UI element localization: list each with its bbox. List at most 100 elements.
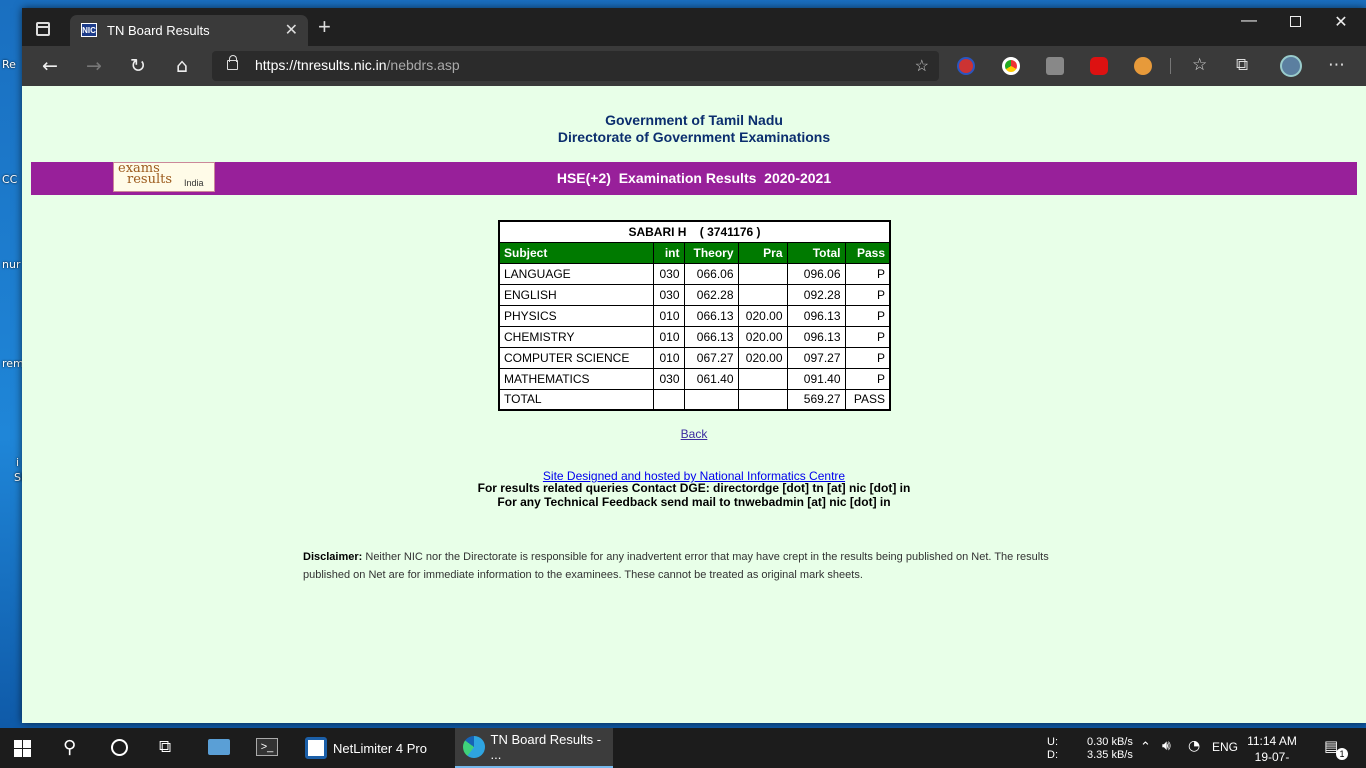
theory-cell: 062.28 (683, 283, 739, 306)
desktop-icon-label[interactable]: nur (2, 258, 20, 271)
browser-toolbar: ← → ↻ ⌂ https://tnresults.nic.in/nebdrs.… (22, 46, 1366, 86)
banner-title: HSE(+2) Examination Results 2020-2021 (556, 170, 832, 186)
title-bar: NIC TN Board Results ✕ + — ✕ (22, 8, 1366, 46)
web-page: Government of Tamil Nadu Directorate of … (22, 86, 1366, 723)
int-cell: 030 (652, 283, 685, 306)
tab-title: TN Board Results (107, 23, 210, 38)
header-directorate: Directorate of Government Examinations (557, 129, 831, 145)
back-arrow-icon[interactable]: ← (36, 54, 64, 78)
taskbar-edge[interactable]: TN Board Results - ... (455, 728, 613, 768)
extension-copy-icon[interactable] (1046, 57, 1064, 75)
results-banner: exams results India HSE(+2) Examination … (31, 162, 1357, 195)
close-window-button[interactable]: ✕ (1318, 12, 1364, 32)
desktop-icon-label[interactable]: Re (2, 58, 16, 71)
start-button[interactable] (14, 740, 31, 757)
int-cell: 010 (652, 304, 685, 327)
browser-tab[interactable]: NIC TN Board Results ✕ (70, 15, 308, 46)
disclaimer-text: Neither NIC nor the Directorate is respo… (303, 551, 1049, 581)
pra-cell: 020.00 (737, 304, 788, 327)
table-row: MATHEMATICS 030 061.40 091.40 P (498, 367, 891, 390)
total-cell: 096.06 (786, 262, 846, 285)
tab-actions-icon[interactable] (36, 22, 50, 36)
col-header: int (652, 241, 685, 264)
add-favorite-icon[interactable]: ☆ (915, 56, 929, 76)
empty-cell (652, 388, 685, 411)
subject-cell: MATHEMATICS (498, 367, 654, 390)
collections-icon[interactable]: ⧉ (1236, 55, 1248, 75)
desktop-icon-label[interactable]: rem (2, 357, 24, 370)
home-icon[interactable]: ⌂ (168, 54, 196, 78)
forward-arrow-icon[interactable]: → (80, 54, 108, 78)
pass-cell: P (844, 367, 891, 390)
subject-cell: LANGUAGE (498, 262, 654, 285)
subject-cell: PHYSICS (498, 304, 654, 327)
show-hidden-icons-icon[interactable]: ⌃ (1140, 740, 1151, 753)
int-cell: 030 (652, 262, 685, 285)
table-row: PHYSICS 010 066.13 020.00 096.13 P (498, 304, 891, 327)
cortana-icon[interactable] (111, 739, 128, 756)
network-icon[interactable]: ◔ (1188, 739, 1200, 753)
url-text[interactable]: https://tnresults.nic.in/nebdrs.asp (255, 57, 460, 73)
pra-cell: 020.00 (737, 346, 788, 369)
volume-icon[interactable]: 🔊︎ (1162, 739, 1171, 753)
minimize-button[interactable]: — (1226, 12, 1272, 30)
pass-cell: P (844, 304, 891, 327)
profile-avatar[interactable] (1280, 55, 1302, 77)
table-row: LANGUAGE 030 066.06 096.06 P (498, 262, 891, 285)
app-icon[interactable] (208, 739, 230, 755)
pass-cell: P (844, 346, 891, 369)
total-cell: 096.13 (786, 325, 846, 348)
task-view-icon[interactable]: ⧉ (159, 737, 171, 768)
table-row: ENGLISH 030 062.28 092.28 P (498, 283, 891, 306)
col-header: Theory (683, 241, 739, 264)
theory-cell: 067.27 (683, 346, 739, 369)
results-table: SABARI H ( 3741176 ) Subject int Theory … (498, 220, 891, 411)
netlimiter-tray-labels: U: D: (1047, 736, 1058, 762)
candidate-row: SABARI H ( 3741176 ) (498, 220, 891, 243)
pra-cell: 020.00 (737, 325, 788, 348)
total-label-cell: TOTAL (498, 388, 654, 411)
total-cell: 097.27 (786, 346, 846, 369)
extension-icon[interactable] (957, 57, 975, 75)
favorites-icon[interactable]: ☆ (1192, 55, 1207, 75)
terminal-icon[interactable]: >_ (256, 738, 278, 756)
pass-cell: P (844, 283, 891, 306)
theory-cell: 066.06 (683, 262, 739, 285)
browser-window: NIC TN Board Results ✕ + — ✕ ← → ↻ ⌂ htt… (22, 8, 1366, 723)
language-indicator[interactable]: ENG (1212, 741, 1238, 754)
nic-favicon-icon: NIC (81, 23, 97, 37)
theory-cell: 066.13 (683, 304, 739, 327)
address-bar[interactable]: https://tnresults.nic.in/nebdrs.asp ☆ (212, 51, 939, 81)
candidate-name: SABARI H ( 3741176 ) (498, 220, 891, 243)
netlimiter-icon (305, 737, 327, 759)
clock-time: 11:14 AM (1247, 734, 1297, 748)
int-cell: 030 (652, 367, 685, 390)
toolbar-divider (1170, 58, 1171, 74)
chrome-extension-icon[interactable] (1002, 57, 1020, 75)
back-link[interactable]: Back (681, 427, 708, 441)
contact-feedback: For any Technical Feedback send mail to … (497, 495, 891, 509)
refresh-icon[interactable]: ↻ (124, 54, 152, 78)
theory-cell: 066.13 (683, 325, 739, 348)
search-icon[interactable]: ⚲ (63, 737, 76, 768)
clock[interactable]: 11:14 AM 19-07-2021 (1242, 733, 1302, 768)
empty-cell (737, 388, 788, 411)
new-tab-icon[interactable]: + (318, 16, 331, 38)
taskbar: ⚲ ⧉ >_ NetLimiter 4 Pro TN Board Results… (0, 728, 1366, 768)
lock-icon[interactable] (227, 55, 238, 70)
desktop-icon-label[interactable]: i (16, 456, 19, 469)
desktop-icon-label[interactable]: CC (2, 173, 17, 186)
close-tab-icon[interactable]: ✕ (285, 20, 298, 40)
maximize-button[interactable] (1272, 12, 1318, 32)
more-options-icon[interactable]: ⋯ (1328, 55, 1345, 75)
total-cell: 092.28 (786, 283, 846, 306)
theory-cell: 061.40 (683, 367, 739, 390)
netlimiter-tray-rates[interactable]: 0.30 kB/s 3.35 kB/s (1087, 736, 1133, 762)
contact-dge: For results related queries Contact DGE:… (477, 481, 911, 495)
cookie-extension-icon[interactable] (1134, 57, 1152, 75)
stop-extension-icon[interactable] (1090, 57, 1108, 75)
taskbar-netlimiter[interactable]: NetLimiter 4 Pro (297, 728, 449, 768)
contact-info: For results related queries Contact DGE:… (22, 481, 1366, 509)
table-row: COMPUTER SCIENCE 010 067.27 020.00 097.2… (498, 346, 891, 369)
result-status-cell: PASS (844, 388, 891, 411)
